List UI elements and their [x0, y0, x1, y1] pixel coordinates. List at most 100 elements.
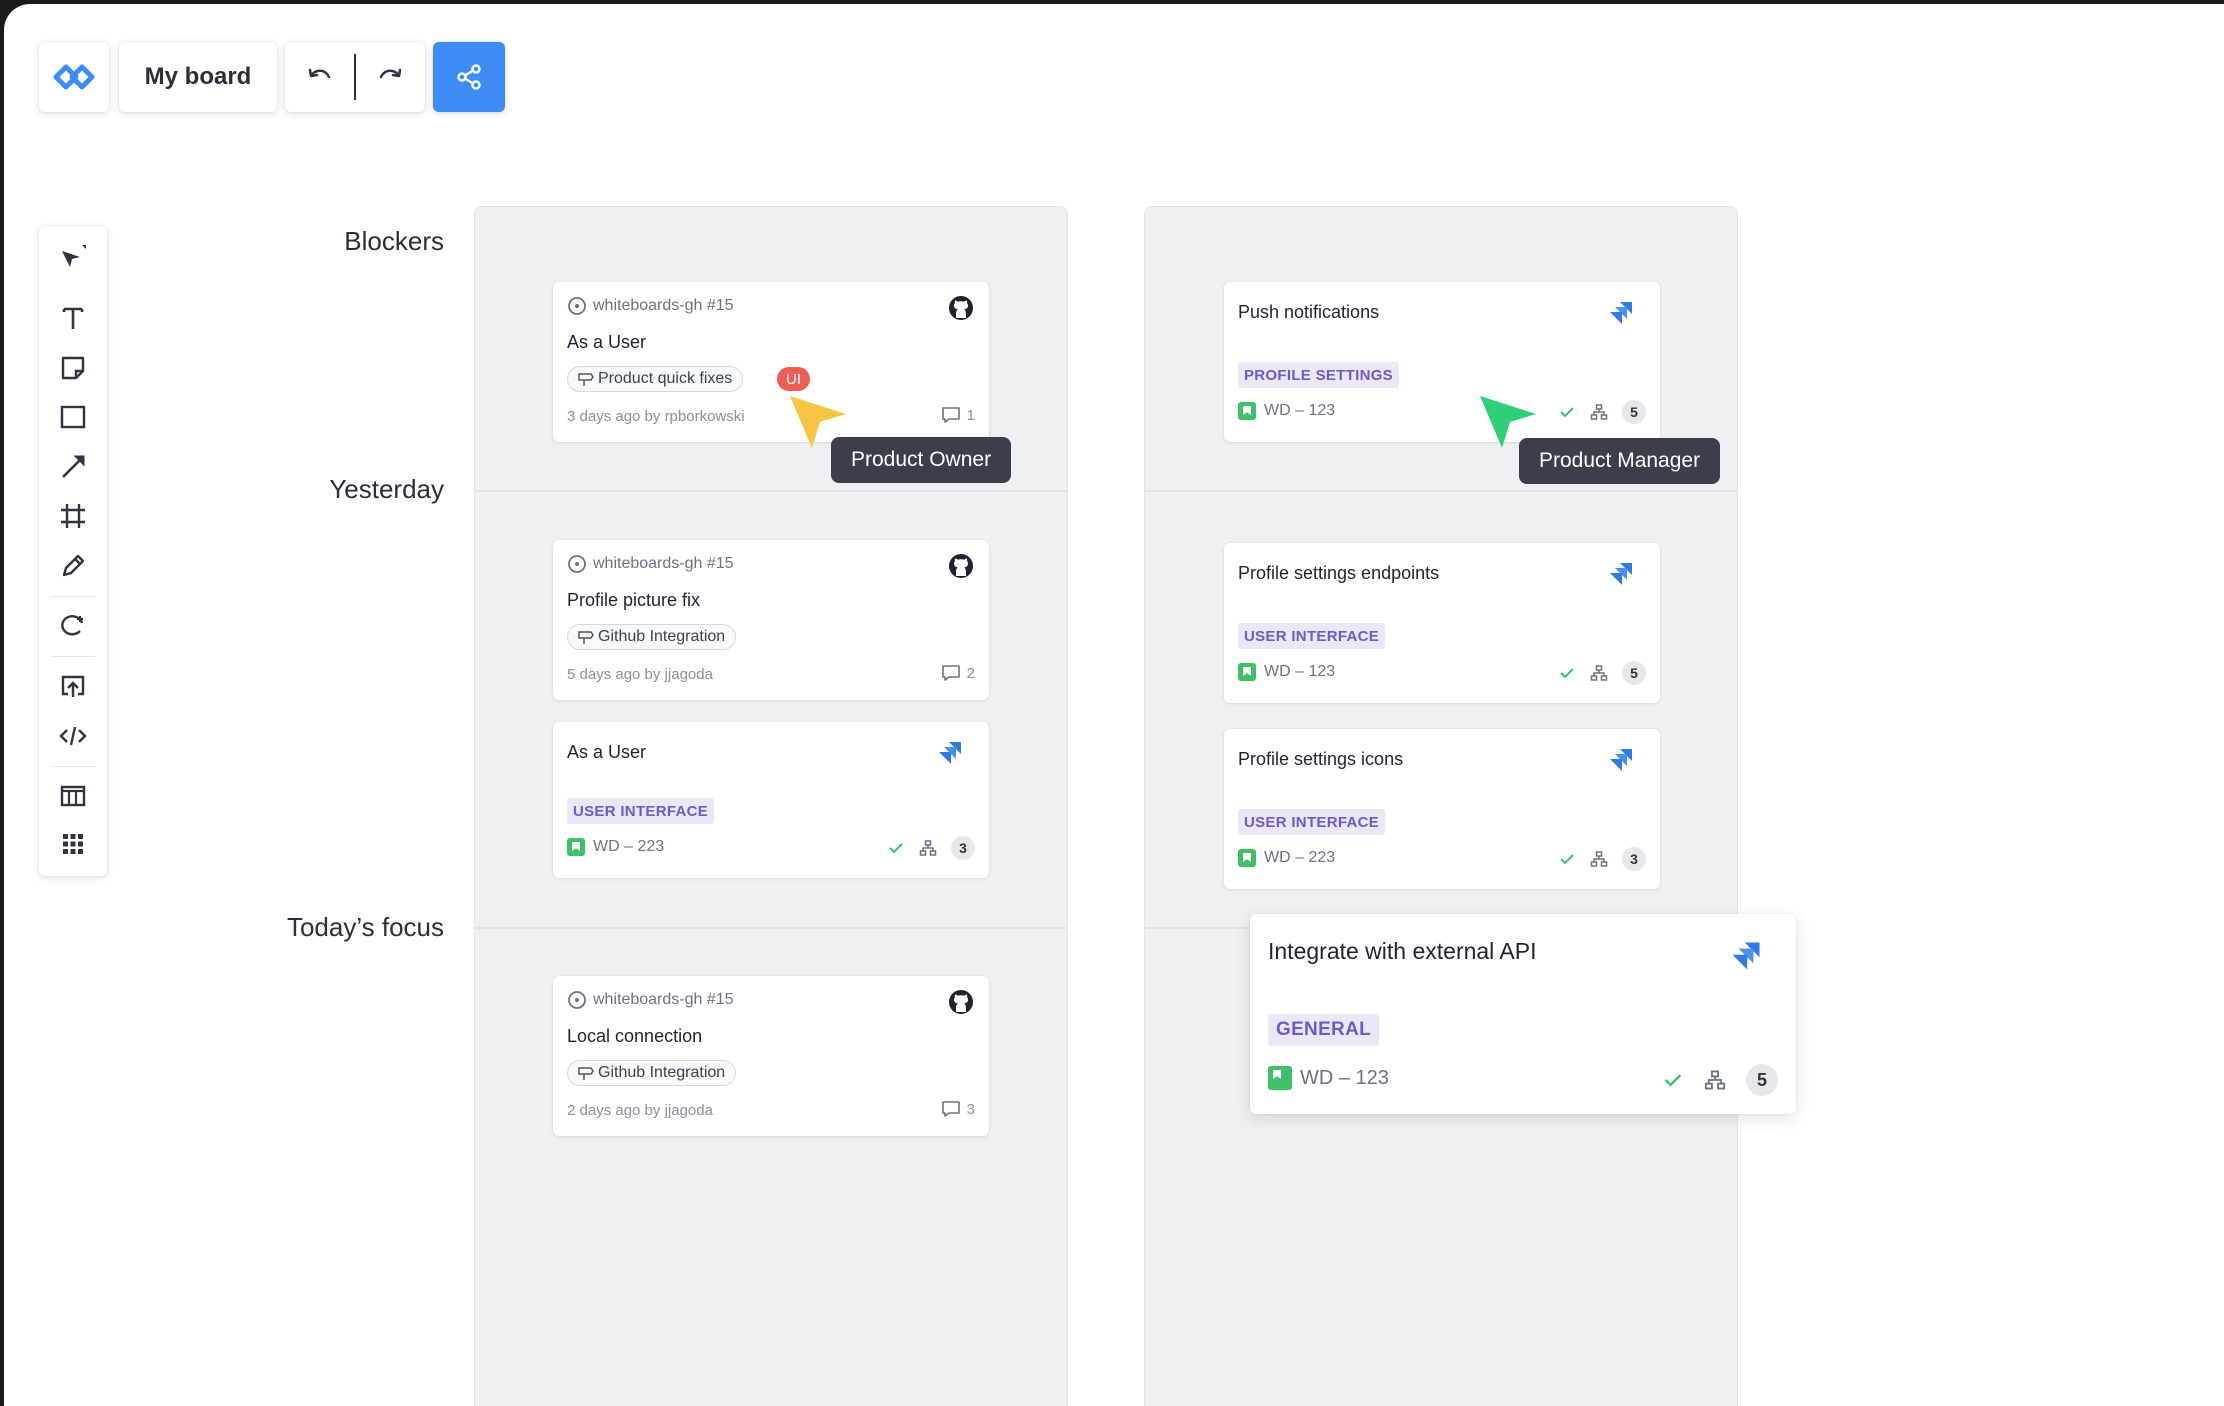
- lasso-tool[interactable]: [53, 606, 93, 646]
- check-icon: [1560, 407, 1574, 418]
- jira-icon: [939, 742, 961, 764]
- pen-tool[interactable]: [53, 546, 93, 586]
- github-issue-card[interactable]: whiteboards-gh #15 Local connection Gith…: [553, 976, 989, 1136]
- undo-button[interactable]: [285, 42, 354, 112]
- hierarchy-icon: [1590, 851, 1608, 867]
- rectangle-icon: [60, 405, 86, 429]
- line-tool[interactable]: [53, 446, 93, 486]
- issue-stats: 5: [1558, 400, 1646, 424]
- check-icon: [889, 843, 903, 854]
- card-meta: whiteboards-gh #15: [567, 296, 734, 316]
- github-issue-card[interactable]: whiteboards-gh #15 As a User Product qui…: [553, 282, 989, 442]
- issue-key-value: WD – 123: [1300, 1066, 1389, 1089]
- project-tag[interactable]: Github Integration: [567, 1060, 737, 1086]
- frame-icon: [61, 504, 85, 528]
- project-tag[interactable]: Product quick fixes: [567, 366, 744, 392]
- jira-issue-card[interactable]: Profile settings endpoints USER INTERFAC…: [1224, 543, 1660, 703]
- board-title-button[interactable]: My board: [119, 42, 277, 112]
- board-title: My board: [144, 63, 252, 90]
- issue-key[interactable]: WD – 123: [1238, 663, 1335, 681]
- comment-count[interactable]: 1: [941, 406, 975, 424]
- jira-issue-card-dragging[interactable]: Integrate with external API GENERAL WD –…: [1250, 914, 1796, 1114]
- issue-reference: whiteboards-gh #15: [593, 991, 734, 1008]
- row-label-blockers: Blockers: [344, 226, 444, 256]
- project-tag[interactable]: Github Integration: [567, 624, 737, 650]
- issue-stats: 3: [887, 836, 975, 860]
- signpost-icon: [578, 1067, 594, 1080]
- lasso-icon: [61, 615, 84, 636]
- issue-icon: [568, 555, 586, 573]
- card-meta: whiteboards-gh #15: [567, 990, 734, 1010]
- comment-count[interactable]: 2: [941, 664, 975, 682]
- check-icon: [1664, 1074, 1682, 1087]
- row-divider: [475, 927, 1067, 929]
- story-points: 5: [1622, 400, 1646, 424]
- pointer-icon: [62, 245, 86, 267]
- issue-key[interactable]: WD – 223: [567, 838, 664, 856]
- issue-key[interactable]: WD – 223: [1238, 849, 1335, 867]
- card-title: Push notifications: [1238, 302, 1380, 322]
- pencil-icon: [62, 554, 85, 577]
- frame-tool[interactable]: [53, 496, 93, 536]
- project-tag-label: Github Integration: [598, 628, 726, 645]
- issue-icon: [568, 991, 586, 1009]
- sticky-note-icon: [61, 356, 85, 380]
- tool-divider: [51, 596, 95, 597]
- card-footer: 3 days ago by rpborkowski: [567, 408, 745, 425]
- issue-stats: 5: [1662, 1064, 1778, 1096]
- issue-stats: 3: [1558, 847, 1646, 871]
- card-title: As a User: [567, 332, 647, 352]
- upload-tool[interactable]: [53, 666, 93, 706]
- comment-icon: [941, 665, 960, 681]
- rectangle-tool[interactable]: [53, 397, 93, 437]
- text-tool[interactable]: [53, 298, 93, 338]
- issue-label: PROFILE SETTINGS: [1238, 362, 1399, 388]
- issue-key[interactable]: WD – 123: [1268, 1066, 1389, 1090]
- hierarchy-icon: [1590, 665, 1608, 681]
- project-tag-label: Github Integration: [598, 1064, 726, 1081]
- card-title: Profile picture fix: [567, 590, 701, 610]
- issue-stats: 5: [1558, 661, 1646, 685]
- embed-code-tool[interactable]: [53, 716, 93, 756]
- check-icon: [1560, 668, 1574, 679]
- jira-issue-card[interactable]: Profile settings icons USER INTERFACE WD…: [1224, 729, 1660, 889]
- issue-key[interactable]: WD – 123: [1238, 402, 1335, 420]
- hierarchy-icon: [919, 840, 937, 856]
- story-icon: [1268, 1066, 1292, 1090]
- undo-icon: [308, 68, 330, 79]
- select-tool[interactable]: [53, 238, 93, 278]
- comment-count-value: 3: [966, 1100, 975, 1118]
- arrow-line-icon: [62, 455, 85, 478]
- issue-label: GENERAL: [1268, 1014, 1379, 1046]
- table-tool[interactable]: [53, 776, 93, 816]
- issue-reference: whiteboards-gh #15: [593, 555, 734, 572]
- sticky-note-tool[interactable]: [53, 348, 93, 388]
- story-icon: [1238, 849, 1256, 867]
- undo-redo-group: [285, 42, 425, 112]
- github-icon: [949, 296, 973, 320]
- story-icon: [1238, 663, 1256, 681]
- comment-count[interactable]: 3: [941, 1100, 975, 1118]
- redo-icon: [380, 68, 402, 79]
- jira-icon: [1610, 563, 1632, 585]
- logo-icon: [53, 64, 95, 90]
- card-meta: whiteboards-gh #15: [567, 554, 734, 574]
- jira-issue-card[interactable]: As a User USER INTERFACE WD – 223 3: [553, 722, 989, 878]
- row-label-today: Today’s focus: [286, 912, 444, 942]
- product-owner-cursor-label: Product Owner: [831, 437, 1012, 483]
- app-logo-button[interactable]: [39, 42, 109, 112]
- whiteboard-canvas[interactable]: My board Blockers Yesterday Today’s focu…: [4, 4, 2224, 1406]
- github-icon: [949, 990, 973, 1014]
- row-divider: [475, 490, 1067, 492]
- jira-icon: [1610, 749, 1632, 771]
- jira-issue-card[interactable]: Push notifications PROFILE SETTINGS WD –…: [1224, 282, 1660, 442]
- github-issue-card[interactable]: whiteboards-gh #15 Profile picture fix G…: [553, 540, 989, 700]
- apps-tool[interactable]: [53, 824, 93, 864]
- issue-key-value: WD – 223: [593, 838, 665, 855]
- share-button[interactable]: [433, 42, 505, 112]
- issue-key-value: WD – 123: [1264, 402, 1336, 419]
- card-title: Profile settings icons: [1238, 749, 1404, 769]
- hierarchy-icon: [1590, 404, 1608, 420]
- code-icon: [59, 726, 87, 746]
- redo-button[interactable]: [356, 42, 425, 112]
